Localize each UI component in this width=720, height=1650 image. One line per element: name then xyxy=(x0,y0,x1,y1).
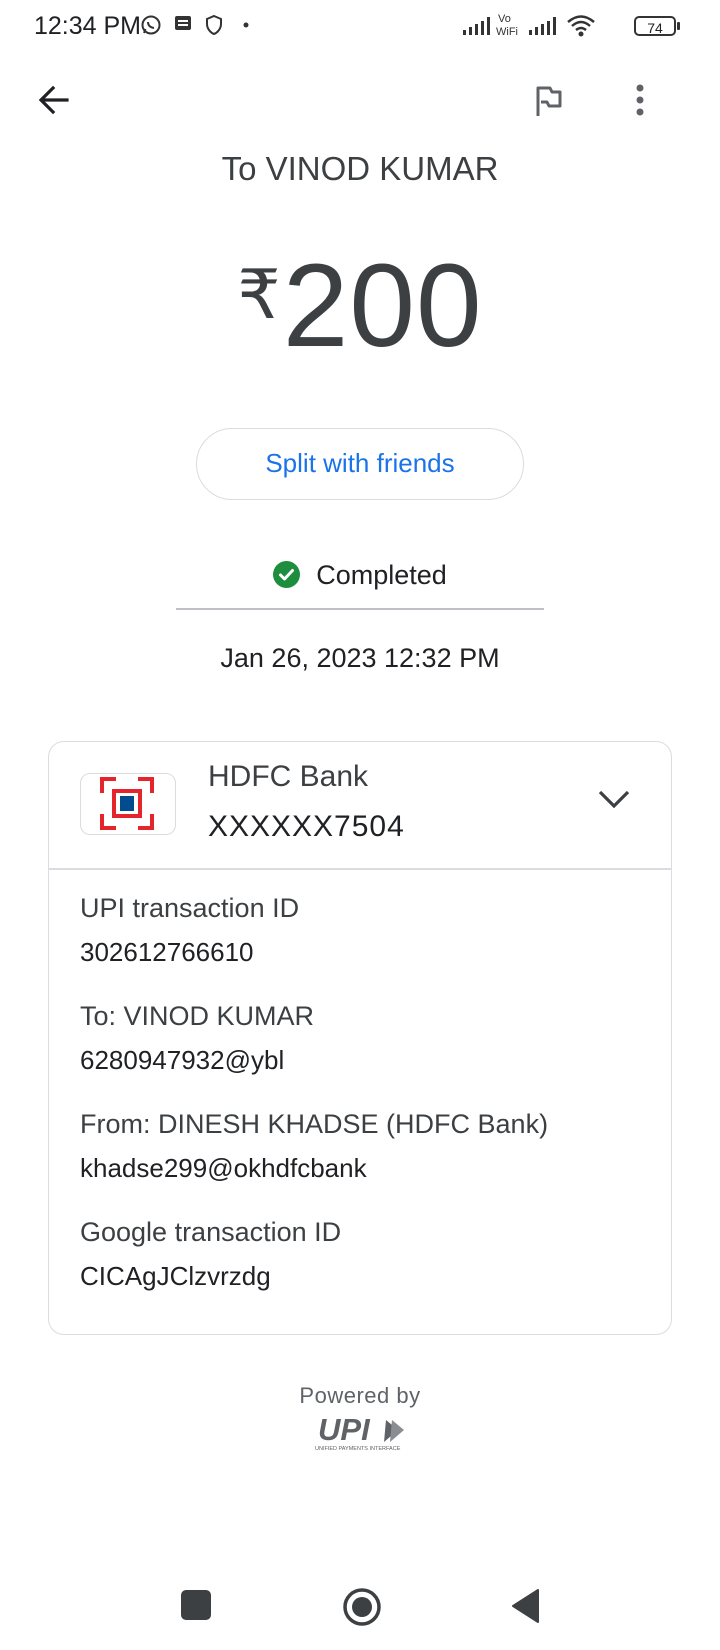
hdfc-bank-logo-icon xyxy=(100,777,154,830)
battery-icon xyxy=(677,22,680,30)
card-divider xyxy=(49,868,671,870)
status-row: Completed xyxy=(0,560,720,591)
back-button[interactable] xyxy=(510,1588,542,1624)
status-text: Completed xyxy=(316,560,447,590)
to-label: To: VINOD KUMAR xyxy=(80,1001,315,1031)
recipient-title: To VINOD KUMAR xyxy=(221,150,499,187)
flag-icon[interactable] xyxy=(532,84,564,118)
more-vert-icon[interactable] xyxy=(628,82,652,118)
status-divider xyxy=(176,608,544,610)
upi-transaction-id-value: 302612766610 xyxy=(80,937,254,967)
chevron-down-icon[interactable] xyxy=(597,788,631,810)
upi-transaction-id-label: UPI transaction ID xyxy=(80,893,300,923)
hdfc-logo xyxy=(80,773,176,835)
svg-text:UNIFIED PAYMENTS INTERFACE: UNIFIED PAYMENTS INTERFACE xyxy=(315,1446,401,1452)
wifi-icon xyxy=(567,15,595,37)
whatsapp-icon xyxy=(141,15,161,35)
transaction-datetime: Jan 26, 2023 12:32 PM xyxy=(220,643,500,673)
from-upi-id-value: khadse299@okhdfcbank xyxy=(80,1153,367,1183)
svg-text:Vo: Vo xyxy=(498,13,511,25)
arrow-left-icon[interactable] xyxy=(36,82,72,118)
message-icon xyxy=(175,16,191,30)
home-button[interactable] xyxy=(342,1587,382,1627)
check-circle-icon xyxy=(273,561,301,588)
google-transaction-id-value: CICAgJClzvrzdg xyxy=(80,1261,271,1291)
signal-icon xyxy=(463,17,490,35)
upi-logo: UPI UNIFIED PAYMENTS INTERFACE xyxy=(315,1412,404,1452)
bank-name: HDFC Bank xyxy=(208,760,369,793)
signal-icon xyxy=(529,17,556,35)
battery-indicator: 74 xyxy=(634,16,676,36)
google-transaction-id-label: Google transaction ID xyxy=(80,1217,342,1247)
bank-account-number: XXXXXX7504 xyxy=(208,810,405,843)
payment-amount: ₹200 xyxy=(0,238,720,374)
svg-text:UPI: UPI xyxy=(318,1412,371,1447)
svg-text:WiFi: WiFi xyxy=(496,26,518,38)
to-upi-id-value: 6280947932@ybl xyxy=(80,1045,285,1075)
shield-icon xyxy=(206,14,222,36)
status-time: 12:34 PM xyxy=(34,12,142,40)
split-with-friends-button[interactable]: Split with friends xyxy=(196,428,524,500)
powered-by-text: Powered by xyxy=(299,1383,421,1408)
vowifi-icon: Vo WiFi xyxy=(496,13,518,38)
recent-apps-button[interactable] xyxy=(181,1590,211,1620)
dot-icon xyxy=(243,22,249,28)
from-label: From: DINESH KHADSE (HDFC Bank) xyxy=(80,1109,549,1139)
amount-value: 200 xyxy=(282,240,483,372)
currency-symbol: ₹ xyxy=(237,257,281,333)
